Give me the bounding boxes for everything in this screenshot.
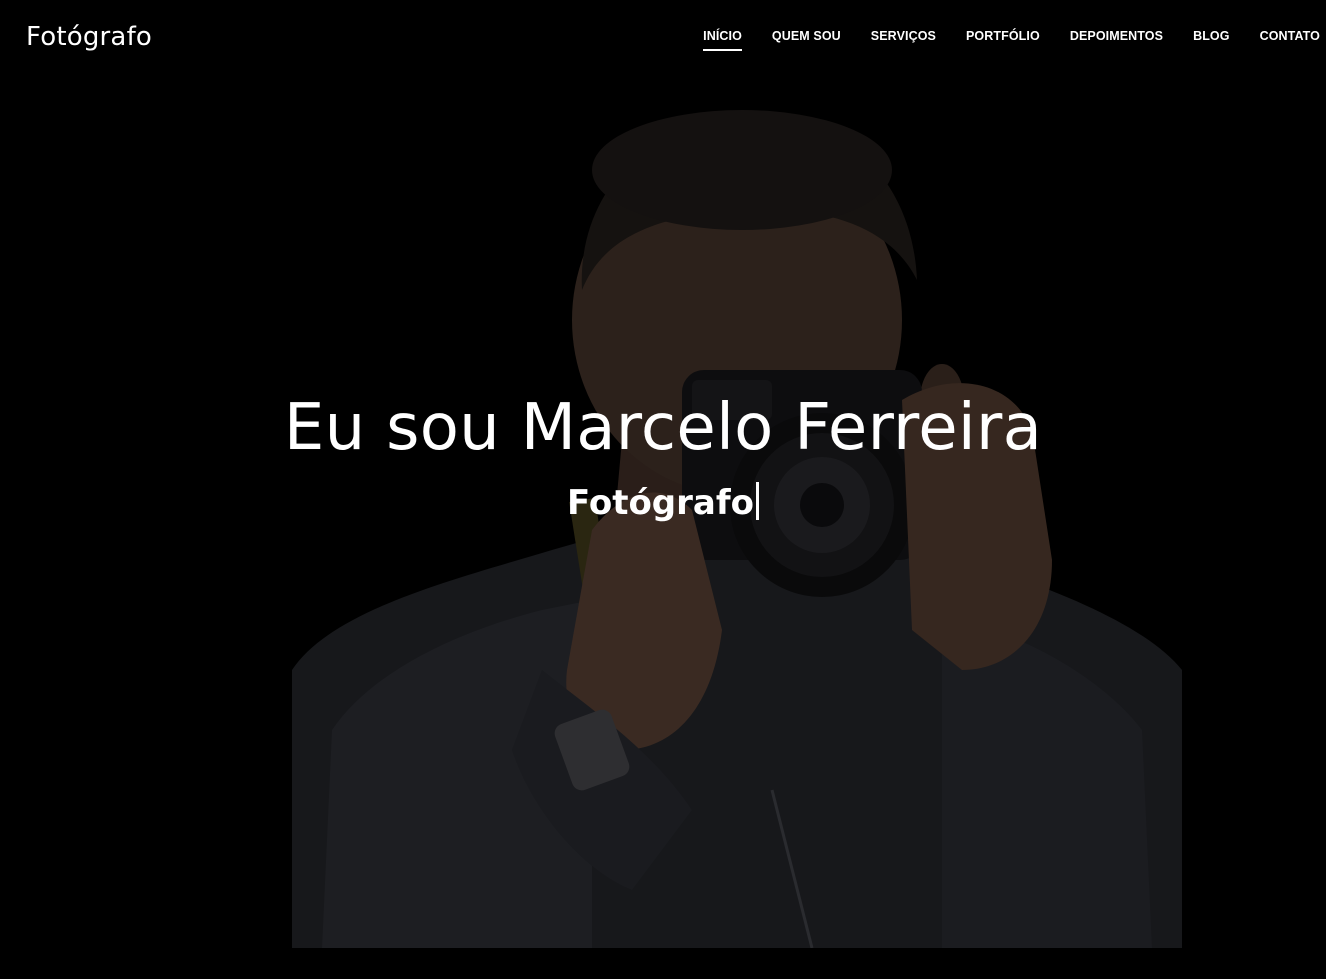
nav-item-blog[interactable]: BLOG (1193, 27, 1230, 45)
hero-title: Eu sou Marcelo Ferreira (283, 391, 1043, 465)
main-nav: INÍCIO QUEM SOU SERVIÇOS PORTFÓLIO DEPOI… (673, 27, 1320, 51)
hero-subtitle: Fotógrafo (0, 476, 1326, 530)
typing-cursor (756, 482, 760, 520)
nav-item-portfolio[interactable]: PORTFÓLIO (966, 27, 1040, 45)
nav-item-depoimentos[interactable]: DEPOIMENTOS (1070, 27, 1163, 45)
nav-item-quem-sou[interactable]: QUEM SOU (772, 27, 841, 45)
typed-text: Fotógrafo (566, 483, 755, 523)
page: Fotógrafo INÍCIO QUEM SOU SERVIÇOS PORTF… (0, 0, 1326, 979)
hero-text-block: Eu sou Marcelo Ferreira Fotógrafo (0, 382, 1326, 530)
nav-item-contato[interactable]: CONTATO (1260, 27, 1320, 45)
nav-item-inicio[interactable]: INÍCIO (703, 27, 742, 51)
brand-logo-link[interactable]: Fotógrafo (26, 20, 152, 54)
site-header: Fotógrafo INÍCIO QUEM SOU SERVIÇOS PORTF… (0, 0, 1326, 76)
nav-item-servicos[interactable]: SERVIÇOS (871, 27, 936, 45)
